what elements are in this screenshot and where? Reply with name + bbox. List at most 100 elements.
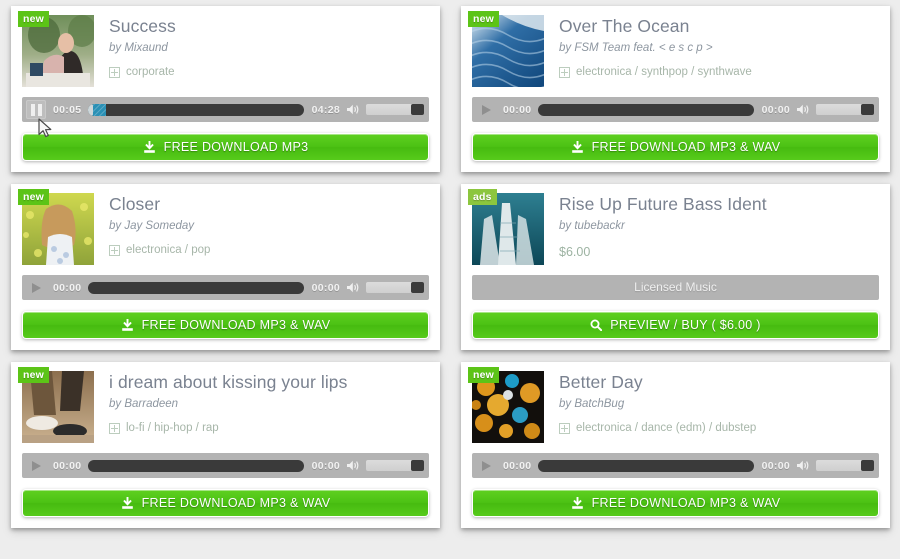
download-icon bbox=[121, 496, 134, 510]
new-badge: new bbox=[18, 11, 50, 27]
track-artist[interactable]: by Jay Someday bbox=[109, 218, 210, 234]
volume-slider[interactable] bbox=[366, 104, 424, 115]
thumbnail-wrapper[interactable]: new bbox=[18, 189, 94, 265]
free-download-button[interactable]: FREE DOWNLOAD MP3 bbox=[23, 134, 428, 160]
play-button[interactable] bbox=[26, 456, 46, 475]
track-meta: i dream about kissing your lips by Barrad… bbox=[109, 371, 348, 434]
track-meta: Success by Mixaund corporate bbox=[109, 15, 176, 78]
pause-icon bbox=[30, 103, 42, 116]
track-title[interactable]: Rise Up Future Bass Ident bbox=[559, 194, 767, 215]
track-artist[interactable]: by BatchBug bbox=[559, 396, 756, 412]
thumbnail-wrapper[interactable]: ads bbox=[468, 189, 544, 265]
play-icon bbox=[481, 104, 491, 115]
play-button[interactable] bbox=[476, 100, 496, 119]
volume-slider[interactable] bbox=[366, 460, 424, 471]
action-button-wrapper: FREE DOWNLOAD MP3 bbox=[22, 133, 429, 161]
volume-icon[interactable] bbox=[796, 459, 810, 472]
audio-player[interactable]: 00:00 00:00 bbox=[472, 453, 879, 478]
track-title[interactable]: Better Day bbox=[559, 372, 756, 393]
tag-row[interactable]: corporate bbox=[109, 66, 176, 78]
play-button[interactable] bbox=[26, 278, 46, 297]
track-meta: Better Day by BatchBug electronica / dance… bbox=[559, 371, 756, 434]
plus-square-icon[interactable] bbox=[559, 422, 570, 434]
action-button-wrapper: PREVIEW / BUY ( $6.00 ) bbox=[472, 311, 879, 339]
action-button-wrapper: FREE DOWNLOAD MP3 & WAV bbox=[22, 489, 429, 517]
volume-handle[interactable] bbox=[411, 104, 424, 115]
free-download-button[interactable]: FREE DOWNLOAD MP3 & WAV bbox=[23, 490, 428, 516]
seek-bar[interactable] bbox=[88, 459, 304, 472]
thumbnail-wrapper[interactable]: new bbox=[468, 367, 544, 443]
track-title[interactable]: Closer bbox=[109, 194, 210, 215]
seek-bar[interactable] bbox=[538, 103, 754, 116]
thumbnail-wrapper[interactable]: new bbox=[18, 11, 94, 87]
track-title[interactable]: i dream about kissing your lips bbox=[109, 372, 348, 393]
plus-square-icon[interactable] bbox=[109, 422, 120, 434]
track-artist[interactable]: by Mixaund bbox=[109, 40, 176, 56]
volume-icon[interactable] bbox=[346, 281, 360, 294]
action-button-label: PREVIEW / BUY ( $6.00 ) bbox=[610, 318, 761, 332]
audio-player[interactable]: 00:00 00:00 bbox=[472, 97, 879, 122]
current-time: 00:00 bbox=[503, 459, 532, 472]
free-download-button[interactable]: FREE DOWNLOAD MP3 & WAV bbox=[473, 134, 878, 160]
volume-slider[interactable] bbox=[816, 460, 874, 471]
action-button-wrapper: FREE DOWNLOAD MP3 & WAV bbox=[472, 489, 879, 517]
tag-row[interactable]: electronica / dance (edm) / dubstep bbox=[559, 422, 756, 434]
track-title[interactable]: Over The Ocean bbox=[559, 16, 752, 37]
track-card-slot: new Over The Ocean by FSM Team feat. < e s… bbox=[450, 0, 900, 178]
seek-bar[interactable] bbox=[88, 281, 304, 294]
thumbnail-wrapper[interactable]: new bbox=[18, 367, 94, 443]
download-icon bbox=[571, 140, 584, 154]
free-download-button[interactable]: FREE DOWNLOAD MP3 & WAV bbox=[473, 490, 878, 516]
volume-icon[interactable] bbox=[346, 103, 360, 116]
track-card-grid: new Success by Mixaund corporate 00:05 04:28 F… bbox=[0, 0, 900, 534]
music-library-page: new Success by Mixaund corporate 00:05 04:28 F… bbox=[0, 0, 900, 559]
seek-handle[interactable] bbox=[88, 103, 94, 116]
track-title[interactable]: Success bbox=[109, 16, 176, 37]
new-badge: new bbox=[468, 367, 500, 383]
tag-label: electronica / pop bbox=[126, 244, 211, 256]
current-time: 00:00 bbox=[53, 459, 82, 472]
volume-handle[interactable] bbox=[861, 104, 874, 115]
tag-row[interactable]: electronica / pop bbox=[109, 244, 210, 256]
volume-slider[interactable] bbox=[816, 104, 874, 115]
plus-square-icon[interactable] bbox=[559, 66, 570, 78]
volume-handle[interactable] bbox=[411, 282, 424, 293]
seek-bar[interactable] bbox=[88, 103, 304, 116]
volume-icon[interactable] bbox=[796, 103, 810, 116]
pause-button[interactable] bbox=[26, 100, 46, 119]
volume-handle[interactable] bbox=[411, 460, 424, 471]
track-card: new i dream about kissing your lips by Bar… bbox=[11, 362, 440, 528]
magnifier-icon bbox=[590, 319, 603, 331]
audio-player[interactable]: 00:00 00:00 bbox=[22, 275, 429, 300]
current-time: 00:00 bbox=[53, 281, 82, 294]
thumbnail-wrapper[interactable]: new bbox=[468, 11, 544, 87]
plus-square-icon[interactable] bbox=[109, 244, 120, 256]
action-button-wrapper: FREE DOWNLOAD MP3 & WAV bbox=[472, 133, 879, 161]
tag-label: electronica / synthpop / synthwave bbox=[576, 66, 752, 78]
track-header: new Over The Ocean by FSM Team feat. < e s… bbox=[468, 11, 879, 94]
track-artist[interactable]: by FSM Team feat. < e s c p > bbox=[559, 40, 752, 56]
tag-row[interactable]: lo-fi / hip-hop / rap bbox=[109, 422, 348, 434]
track-card: ads Rise Up Future Bass Ident by tubebackr… bbox=[461, 184, 890, 350]
volume-slider[interactable] bbox=[366, 282, 424, 293]
track-card: new Better Day by BatchBug electronica / da… bbox=[461, 362, 890, 528]
free-download-button[interactable]: FREE DOWNLOAD MP3 & WAV bbox=[23, 312, 428, 338]
plus-square-icon[interactable] bbox=[109, 66, 120, 78]
action-button-label: FREE DOWNLOAD MP3 & WAV bbox=[141, 496, 331, 510]
tag-row[interactable]: electronica / synthpop / synthwave bbox=[559, 66, 752, 78]
duration: 00:00 bbox=[761, 459, 790, 472]
audio-player[interactable]: 00:00 00:00 bbox=[22, 453, 429, 478]
audio-player[interactable]: 00:05 04:28 bbox=[22, 97, 429, 122]
seek-bar[interactable] bbox=[538, 459, 754, 472]
track-artist[interactable]: by tubebackr bbox=[559, 218, 767, 234]
track-meta: Closer by Jay Someday electronica / pop bbox=[109, 193, 210, 256]
play-button[interactable] bbox=[476, 456, 496, 475]
track-card-slot: new Success by Mixaund corporate 00:05 04:28 F… bbox=[0, 0, 450, 178]
track-card: new Success by Mixaund corporate 00:05 04:28 F… bbox=[11, 6, 440, 172]
volume-icon[interactable] bbox=[346, 459, 360, 472]
download-icon bbox=[143, 140, 156, 154]
preview-buy-button[interactable]: PREVIEW / BUY ( $6.00 ) bbox=[473, 312, 878, 338]
track-artist[interactable]: by Barradeen bbox=[109, 396, 348, 412]
volume-handle[interactable] bbox=[861, 460, 874, 471]
tag-label: corporate bbox=[126, 66, 175, 78]
